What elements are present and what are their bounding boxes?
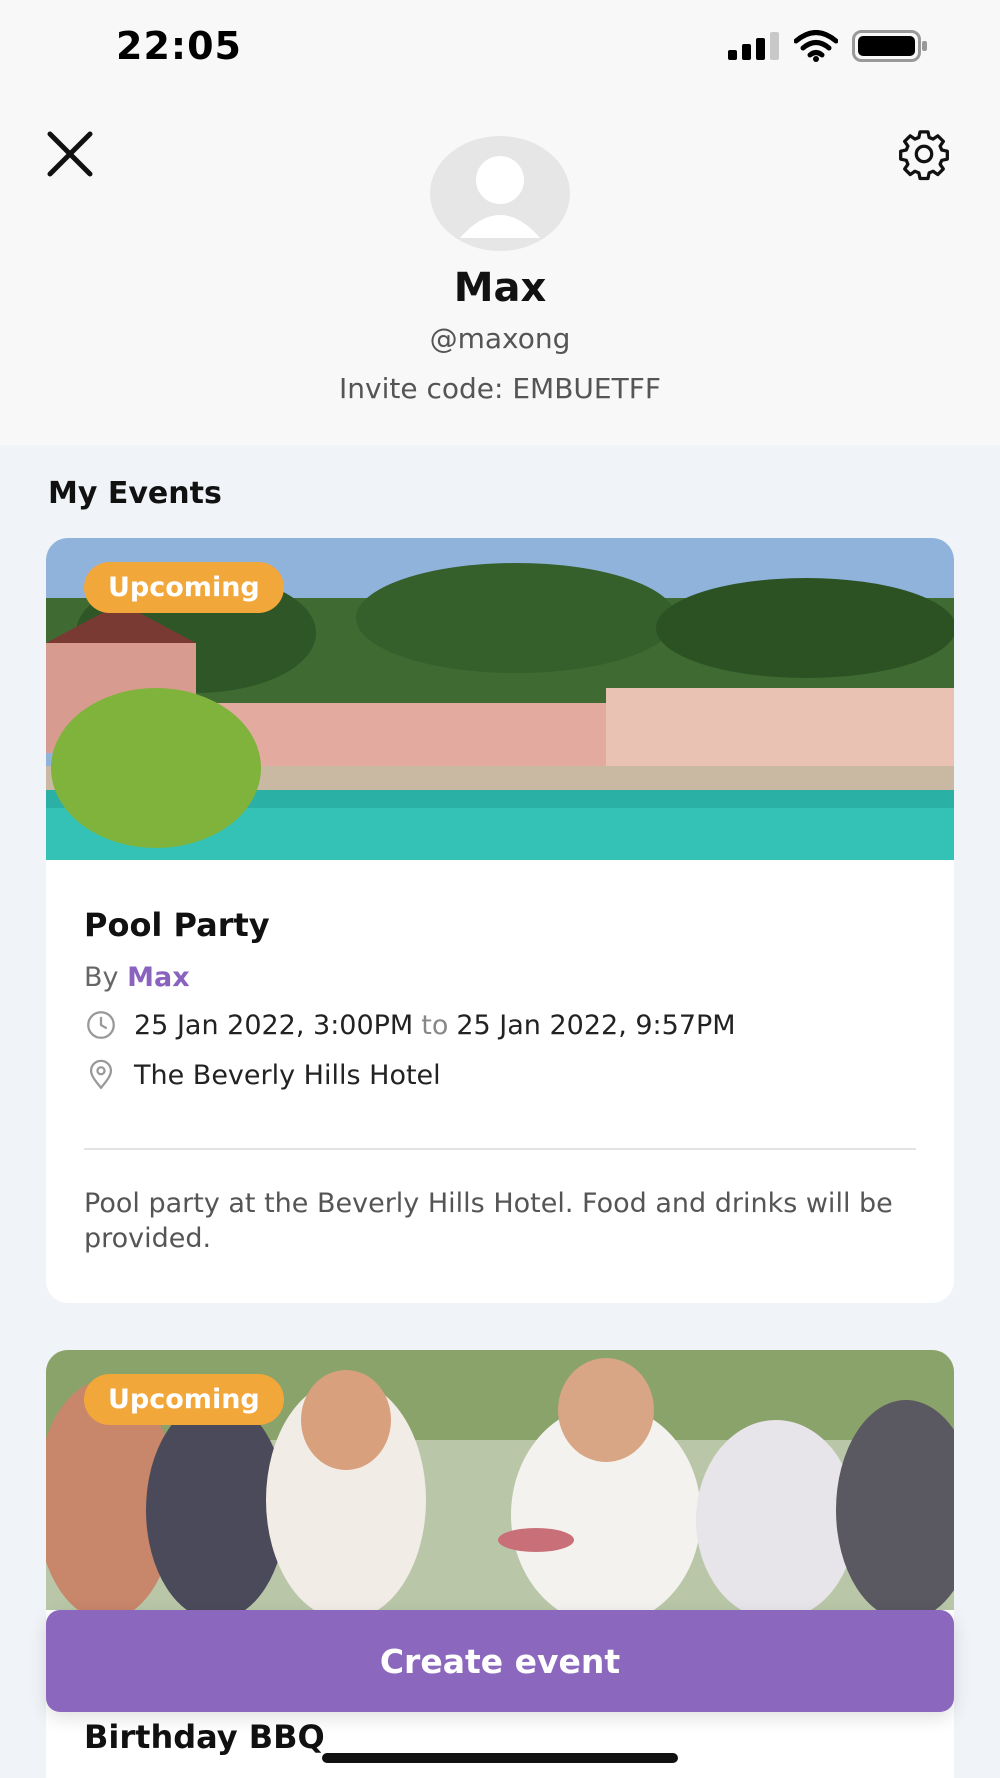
profile-name: Max [453,265,547,311]
divider [84,1148,916,1150]
event-host-link[interactable]: Max [127,962,190,993]
event-card[interactable]: Upcoming Birthday BBQ [46,1350,954,1778]
event-location-row: The Beverly Hills Hotel [84,1058,441,1092]
event-card[interactable]: Upcoming Pool Party By Max 25 Jan 2022, … [46,538,954,1303]
wifi-icon [794,30,838,62]
section-title: My Events [48,476,222,511]
person-icon [460,156,540,238]
create-event-button[interactable]: Create event [46,1610,954,1712]
event-time-row: 25 Jan 2022, 3:00PM to 25 Jan 2022, 9:57… [84,1008,736,1042]
profile-handle: @maxong [429,322,571,355]
event-host-line: By Max [84,962,190,993]
event-title[interactable]: Pool Party [84,906,270,944]
event-title[interactable]: Birthday BBQ [84,1718,325,1756]
status-badge: Upcoming [84,1374,284,1425]
invite-code[interactable]: Invite code: EMBUETFF [0,372,1000,405]
location-pin-icon [89,1059,113,1090]
status-time: 22:05 [116,24,242,68]
event-start: 25 Jan 2022, 3:00PM [134,1009,414,1041]
clock-icon [87,1011,115,1039]
event-location[interactable]: The Beverly Hills Hotel [134,1060,441,1091]
avatar[interactable] [430,136,570,251]
signal-icon [728,32,779,60]
gear-icon [899,130,949,181]
event-end: 25 Jan 2022, 9:57PM [456,1009,736,1041]
close-icon [47,131,93,177]
settings-button[interactable] [896,126,952,182]
home-indicator [322,1753,678,1763]
close-button[interactable] [44,128,96,180]
to-label: to [421,1009,449,1041]
status-badge: Upcoming [84,562,284,613]
event-description: Pool party at the Beverly Hills Hotel. F… [84,1188,893,1254]
status-icons [728,30,928,62]
battery-icon [852,30,927,62]
by-label: By [84,962,119,993]
